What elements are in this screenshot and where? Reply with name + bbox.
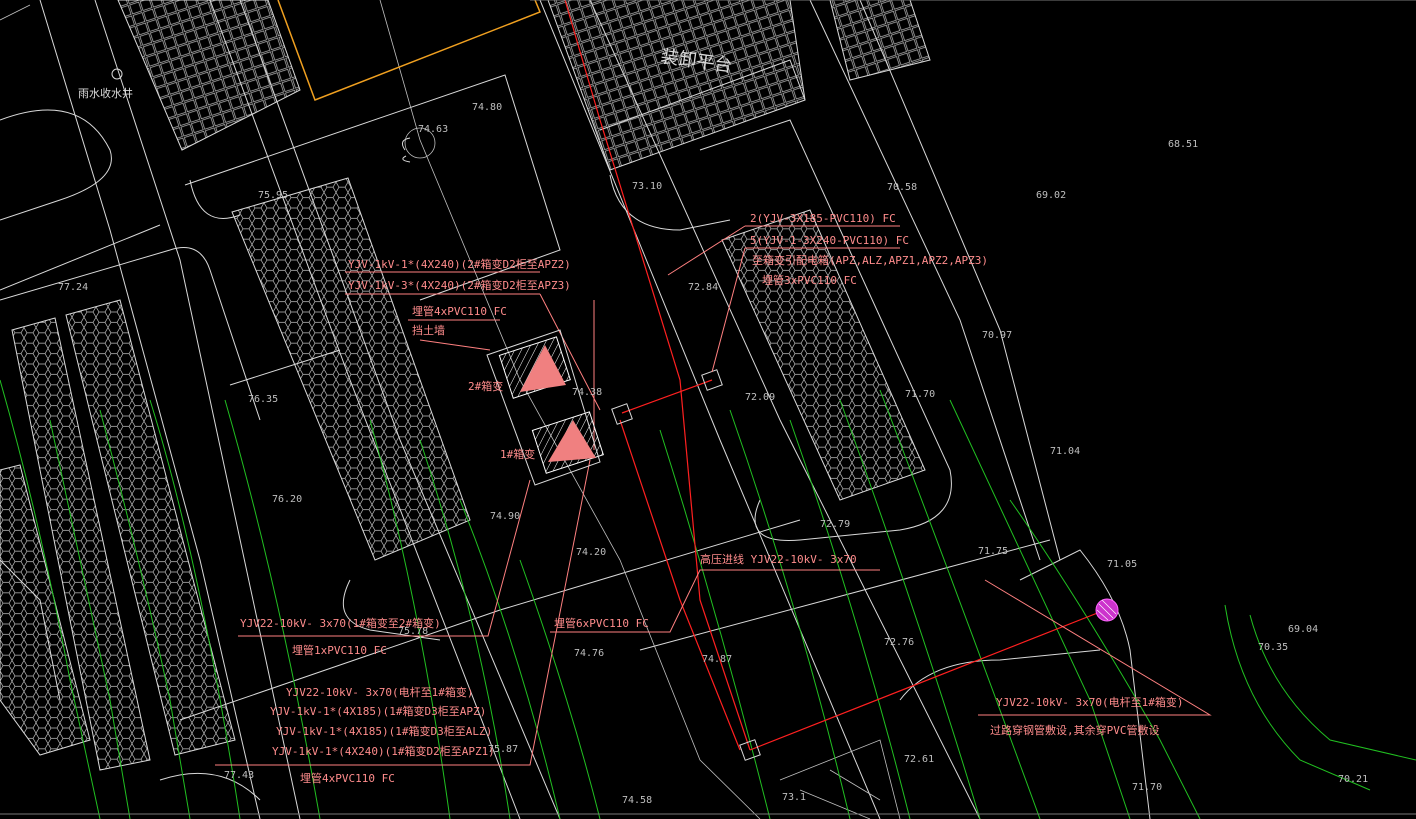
contour-line-8	[459, 499, 561, 819]
block-outline-16	[0, 4, 31, 21]
paving-grid-top-right	[829, 0, 931, 81]
elev-32: 70.21	[1338, 774, 1368, 785]
leader-7	[978, 579, 1212, 716]
elev-18: 72.79	[820, 519, 850, 530]
handhole-1	[611, 403, 633, 425]
box1-label: 1#箱变	[500, 447, 535, 461]
annotation-9: YJV22-10kV- 3x70(1#箱变至2#箱变)	[240, 616, 441, 630]
contour-line-18	[1249, 614, 1416, 761]
elev-6: 68.51	[1168, 139, 1198, 150]
annotation-8: 高压进线 YJV22-10kV- 3x70	[700, 552, 857, 566]
elev-13: 72.09	[745, 392, 775, 403]
site-boundary-line	[277, 0, 541, 101]
elev-20: 71.05	[1107, 559, 1137, 570]
annotation-2: 5(YJV-1-3X240-PVC110) FC	[750, 234, 909, 247]
annotation-18: 过路穿钢管敷设,其余穿PVC管敷设	[990, 723, 1160, 737]
elev-2: 74.80	[472, 102, 502, 113]
elev-16: 76.20	[272, 494, 302, 505]
elev-10: 70.97	[982, 330, 1012, 341]
annotation-10: 埋管1xPVC110 FC	[292, 643, 387, 657]
elev-7: 75.95	[258, 190, 288, 201]
elev-14: 71.70	[905, 389, 935, 400]
block-outline-2	[0, 224, 161, 291]
annotation-5: YJV-1kV-1*(4X240)(2#箱变D2柜至APZ2)	[348, 257, 571, 271]
annotation-13: YJV-1kV-1*(4X185)(1#箱变D3柜至APZ)	[270, 704, 486, 718]
hv-cable-2	[619, 419, 741, 751]
elev-33: 74.58	[622, 795, 652, 806]
annotation-7: 埋管4xPVC110 FC	[412, 304, 507, 318]
block-outline-10	[1019, 549, 1151, 819]
utility-pole-icon[interactable]	[1095, 598, 1119, 622]
cad-drawing-canvas[interactable]: 装卸平台 雨水收水井 2#箱变 1#箱变 挡土墙 74.63 74.80 73.…	[0, 0, 1416, 819]
elev-8: 77.24	[58, 282, 88, 293]
retaining-wall-label: 挡土墙	[412, 323, 445, 337]
annotation-4: 埋管3xPVC110 FC	[762, 273, 857, 287]
lv-cable-branch	[621, 379, 713, 414]
elev-26: 74.76	[574, 648, 604, 659]
annotation-15: YJV-1kV-1*(4X240)(1#箱变D2柜至APZ1)	[272, 744, 495, 758]
elev-11: 76.35	[248, 394, 278, 405]
rain-well-label: 雨水收水井	[78, 86, 133, 100]
road-curve-left	[0, 109, 112, 221]
rain-well-icon	[111, 68, 123, 80]
annotation-11: 埋管6xPVC110 FC	[554, 616, 649, 630]
paving-grid-top-left	[117, 0, 301, 151]
annotation-17: YJV22-10kV- 3x70(电杆至1#箱变)	[996, 695, 1183, 709]
block-outline-7	[609, 174, 731, 231]
paving-hex-center	[231, 177, 471, 561]
elev-19: 71.75	[978, 546, 1008, 557]
contour-line-16	[1009, 499, 1201, 819]
elev-5: 69.02	[1036, 190, 1066, 201]
elev-25: 70.35	[1258, 642, 1288, 653]
box2-label: 2#箱变	[468, 379, 503, 393]
elev-15: 71.04	[1050, 446, 1080, 457]
contour-line-9	[519, 559, 601, 819]
elev-21: 74.20	[576, 547, 606, 558]
elev-27: 74.87	[702, 654, 732, 665]
elev-17: 74.90	[490, 511, 520, 522]
elev-24: 69.04	[1288, 624, 1318, 635]
annotation-1: 2(YJV-3X185-PVC110) FC	[750, 212, 896, 225]
contour-line-10	[659, 429, 771, 819]
elev-34: 73.1	[782, 792, 806, 803]
elev-1: 74.63	[418, 124, 448, 135]
terrain-layer	[0, 0, 1416, 819]
annotation-6: YJV-1kV-3*(4X240)(2#箱变D2柜至APZ3)	[348, 278, 571, 292]
annotation-14: YJV-1kV-1*(4X185)(1#箱变D3柜至ALZ)	[276, 724, 492, 738]
annotation-3: 至箱变引配电箱(APZ,ALZ,APZ1,APZ2,APZ3)	[752, 253, 988, 267]
elev-9: 72.84	[688, 282, 718, 293]
elev-28: 77.43	[224, 770, 254, 781]
elev-30: 72.61	[904, 754, 934, 765]
tree-branch-icon	[401, 137, 411, 163]
elev-4: 70.58	[887, 182, 917, 193]
elev-12: 74.38	[572, 387, 602, 398]
elev-3: 73.10	[632, 181, 662, 192]
elev-31: 71.70	[1132, 782, 1162, 793]
annotation-12: YJV22-10kV- 3x70(电杆至1#箱变)	[286, 685, 473, 699]
transformer-2[interactable]	[498, 336, 571, 399]
annotation-16: 埋管4xPVC110 FC	[300, 771, 395, 785]
paving-grid-top-center	[547, 0, 806, 171]
elev-23: 72.76	[884, 637, 914, 648]
